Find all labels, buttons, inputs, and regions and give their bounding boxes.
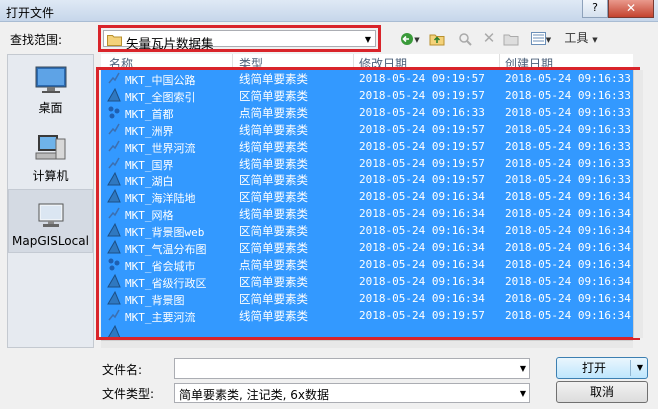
- tools-menu[interactable]: 工具 ▼: [560, 29, 602, 47]
- filetype-value: 简单要素类, 注记类, 6x数据: [179, 388, 329, 402]
- lookin-label: 查找范围:: [10, 33, 63, 47]
- lookin-dropdown[interactable]: 矢量瓦片数据集 ▼: [98, 25, 381, 52]
- open-label: 打开: [581, 361, 606, 375]
- view-menu-button[interactable]: ▼: [526, 29, 556, 47]
- chevron-down-icon: ▼: [364, 35, 371, 44]
- place-label: 计算机: [32, 169, 69, 183]
- place-label: MapGISLocal: [12, 234, 89, 248]
- place-label: 桌面: [38, 101, 63, 115]
- filename-label: 文件名:: [102, 363, 143, 377]
- place-computer[interactable]: 计算机: [8, 133, 93, 184]
- mapgis-local-icon: [38, 203, 63, 227]
- title-bar: 打开文件 ? ✕: [0, 0, 658, 22]
- folder-icon: [107, 35, 122, 46]
- delete-button[interactable]: ✕: [480, 29, 498, 47]
- search-web-icon: [459, 32, 472, 46]
- help-button[interactable]: ?: [582, 0, 608, 18]
- chevron-down-icon: ▼: [592, 36, 598, 44]
- chevron-down-icon[interactable]: ▼: [637, 358, 643, 378]
- chevron-down-icon: ▼: [519, 389, 526, 398]
- window-title: 打开文件: [6, 6, 55, 20]
- back-button[interactable]: ▼: [396, 29, 424, 47]
- filetype-label: 文件类型:: [102, 387, 155, 401]
- search-web-button[interactable]: [456, 29, 474, 47]
- close-button[interactable]: ✕: [608, 0, 654, 18]
- place-desktop[interactable]: 桌面: [8, 65, 93, 116]
- lookin-value: 矢量瓦片数据集: [126, 36, 214, 51]
- open-button[interactable]: 打开 ▼: [556, 357, 648, 379]
- chevron-down-icon: ▼: [519, 364, 526, 373]
- filename-field[interactable]: ▼: [174, 358, 530, 379]
- places-bar: 桌面 计算机 MapGISLocal: [7, 54, 94, 348]
- tools-label: 工具: [564, 31, 589, 45]
- delete-icon: ✕: [482, 29, 496, 47]
- desktop-icon: [35, 66, 66, 93]
- cancel-button[interactable]: 取消: [556, 381, 648, 403]
- up-folder-icon: [429, 34, 445, 45]
- new-folder-button[interactable]: [502, 29, 520, 47]
- list-highlight-frame: [96, 67, 640, 340]
- back-icon: [401, 32, 414, 45]
- new-folder-icon: [503, 34, 519, 45]
- vertical-scrollbar[interactable]: [633, 70, 643, 338]
- computer-icon: [35, 135, 65, 160]
- horizontal-scrollbar[interactable]: [101, 340, 633, 348]
- view-menu-icon: [530, 32, 546, 45]
- up-folder-button[interactable]: [428, 29, 446, 47]
- filetype-dropdown[interactable]: 简单要素类, 注记类, 6x数据 ▼: [174, 383, 530, 403]
- place-mapgis-local[interactable]: MapGISLocal: [8, 189, 93, 253]
